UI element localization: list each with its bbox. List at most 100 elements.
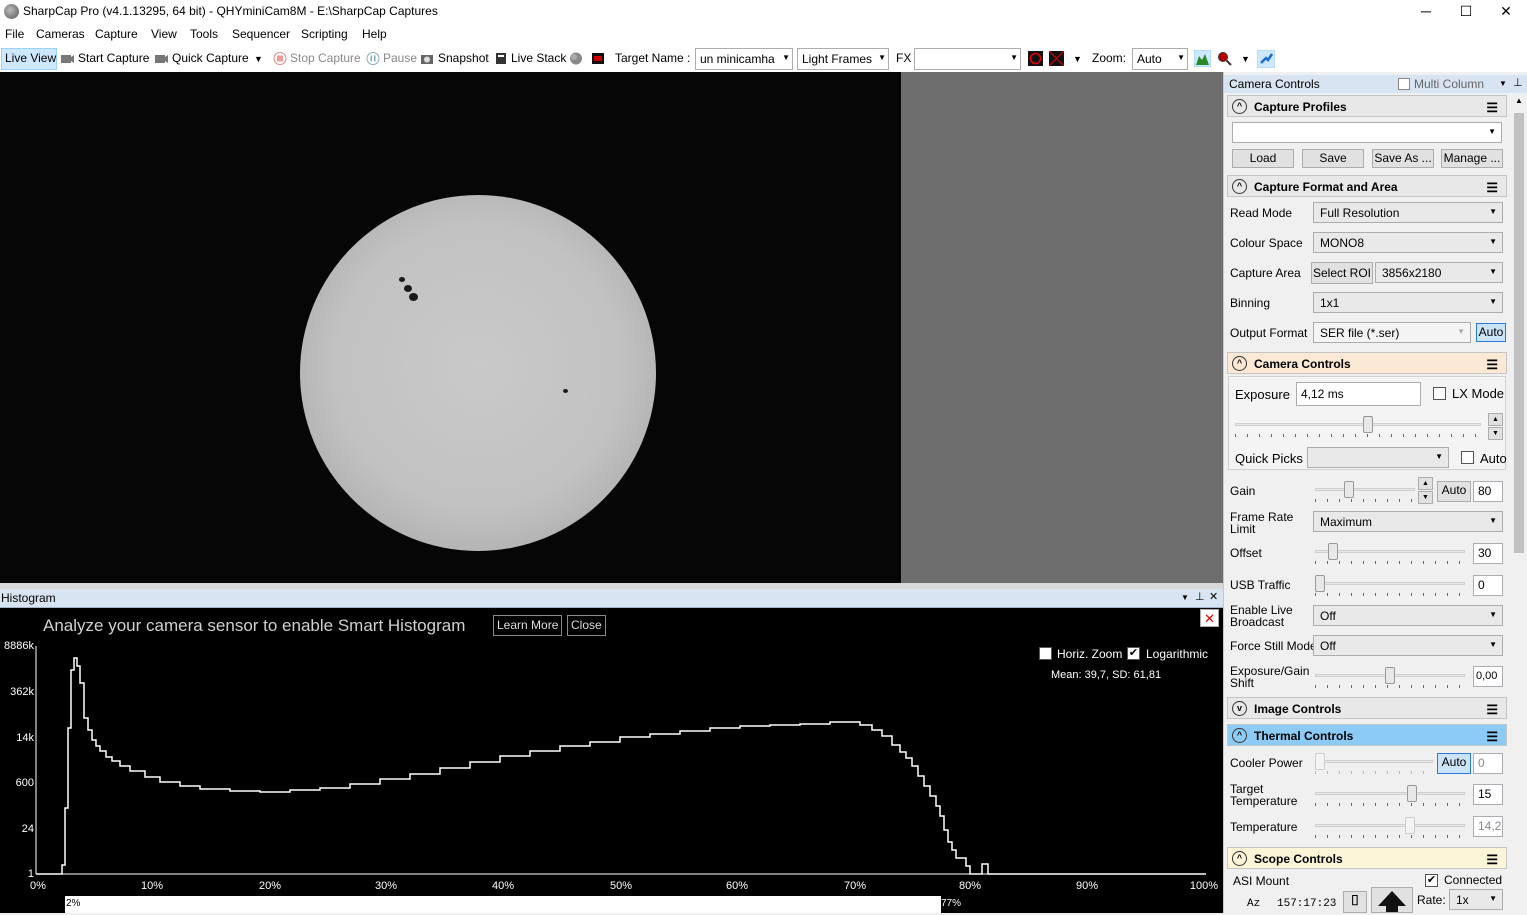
collapse-icon[interactable]: ^ <box>1232 356 1247 371</box>
target-temperature-slider[interactable] <box>1315 784 1465 806</box>
exposure-gain-shift-input[interactable]: 0,00 <box>1473 666 1503 687</box>
gain-up-button[interactable]: ▲ <box>1418 477 1433 490</box>
pause-button[interactable]: Pause <box>383 51 417 65</box>
exposure-gain-shift-slider[interactable] <box>1315 666 1465 688</box>
chevron-down-icon[interactable]: ▼ <box>1181 593 1189 602</box>
offset-input[interactable]: 30 <box>1473 543 1503 564</box>
image-controls-header[interactable]: v Image Controls ☰ <box>1227 697 1507 719</box>
slider-thumb[interactable] <box>1315 753 1325 770</box>
menu-cameras[interactable]: Cameras <box>36 27 85 41</box>
binning-select[interactable]: 1x1 ▼ <box>1313 292 1503 313</box>
gain-input[interactable]: 80 <box>1473 481 1503 502</box>
manage-profiles-button[interactable]: Manage ... <box>1441 149 1503 168</box>
usb-traffic-input[interactable]: 0 <box>1473 575 1503 596</box>
chevron-down-icon[interactable]: ▼ <box>254 54 263 64</box>
menu-view[interactable]: View <box>151 27 177 41</box>
exposure-input[interactable]: 4,12 ms <box>1296 382 1421 406</box>
target-name-combo[interactable]: un minicamha ▼ <box>695 48 793 70</box>
gain-down-button[interactable]: ▼ <box>1418 491 1433 504</box>
scope-controls-header[interactable]: ^ Scope Controls ☰ <box>1227 847 1507 869</box>
usb-traffic-slider[interactable] <box>1315 574 1465 596</box>
lx-mode-checkbox[interactable] <box>1433 387 1446 400</box>
menu-capture[interactable]: Capture <box>95 27 138 41</box>
multi-column-checkbox[interactable] <box>1398 78 1410 90</box>
cooler-power-input[interactable]: 0 <box>1473 753 1503 774</box>
chevron-down-icon[interactable]: ▼ <box>1241 54 1250 64</box>
capture-profile-select[interactable]: ▼ <box>1232 122 1502 143</box>
capture-format-header[interactable]: ^ Capture Format and Area ☰ <box>1227 175 1507 197</box>
collapse-icon[interactable]: ^ <box>1232 728 1247 743</box>
reticle-icon[interactable] <box>1028 51 1043 66</box>
chevron-down-icon[interactable]: ▼ <box>1073 54 1082 64</box>
expand-icon[interactable]: v <box>1232 701 1247 716</box>
menu-tools[interactable]: Tools <box>190 27 218 41</box>
quick-picks-select[interactable]: ▼ <box>1307 447 1449 468</box>
colour-space-select[interactable]: MONO8 ▼ <box>1313 232 1503 253</box>
menu-scripting[interactable]: Scripting <box>301 27 348 41</box>
chevron-up-icon[interactable]: ▲ <box>1515 96 1523 105</box>
close-button[interactable]: ✕ <box>1486 0 1526 23</box>
capture-area-select[interactable]: 3856x2180 ▼ <box>1375 262 1503 283</box>
scrollbar-thumb[interactable] <box>1514 113 1524 553</box>
magnifier-icon[interactable] <box>1217 51 1232 66</box>
menu-help[interactable]: Help <box>362 27 387 41</box>
live-image-viewer[interactable] <box>0 72 901 583</box>
gain-auto-button[interactable]: Auto <box>1437 481 1471 502</box>
stretch-levels-bar[interactable]: 2% 77% <box>37 896 1205 913</box>
slider-thumb[interactable] <box>1363 416 1373 433</box>
stop-capture-button[interactable]: Stop Capture <box>290 51 361 65</box>
cooler-power-slider[interactable] <box>1315 752 1433 774</box>
quick-capture-button[interactable]: Quick Capture <box>172 51 249 65</box>
exposure-slider[interactable] <box>1235 415 1481 437</box>
exposure-up-button[interactable]: ▲ <box>1488 413 1503 426</box>
live-stack-button[interactable]: Live Stack <box>511 51 566 65</box>
menu-icon[interactable]: ☰ <box>1486 702 1498 718</box>
slider-thumb[interactable] <box>1328 543 1338 560</box>
force-still-mode-select[interactable]: Off ▼ <box>1313 635 1503 656</box>
panel-scrollbar[interactable]: ▲ <box>1511 93 1527 913</box>
load-profile-button[interactable]: Load <box>1232 149 1294 168</box>
gain-slider[interactable] <box>1315 480 1415 502</box>
record-indicator-icon[interactable] <box>591 52 605 65</box>
menu-icon[interactable]: ☰ <box>1486 357 1498 373</box>
target-temperature-input[interactable]: 15 <box>1473 784 1503 805</box>
frame-rate-limit-select[interactable]: Maximum ▼ <box>1313 511 1503 532</box>
offset-slider[interactable] <box>1315 542 1465 564</box>
save-as-profile-button[interactable]: Save As ... <box>1372 149 1434 168</box>
slider-thumb[interactable] <box>1344 481 1354 498</box>
menu-sequencer[interactable]: Sequencer <box>232 27 290 41</box>
menu-icon[interactable]: ☰ <box>1486 100 1498 116</box>
pin-icon[interactable]: ⊥ <box>1195 590 1205 603</box>
menu-icon[interactable]: ☰ <box>1486 729 1498 745</box>
snapshot-button[interactable]: Snapshot <box>438 51 489 65</box>
exposure-auto-checkbox[interactable] <box>1461 451 1474 464</box>
connected-checkbox[interactable]: ✔ <box>1425 874 1438 887</box>
fx-combo[interactable]: ▼ <box>914 48 1021 70</box>
output-format-select[interactable]: SER file (*.ser) ▼ <box>1313 322 1471 343</box>
grid-icon[interactable] <box>1049 51 1064 66</box>
output-format-auto-button[interactable]: Auto <box>1476 323 1506 342</box>
camera-controls-header[interactable]: ^ Camera Controls ☰ <box>1227 352 1507 374</box>
histogram-icon[interactable] <box>1194 50 1211 67</box>
pin-icon[interactable]: ⊥ <box>1513 76 1523 89</box>
menu-icon[interactable]: ☰ <box>1486 180 1498 196</box>
exposure-down-button[interactable]: ▼ <box>1488 427 1503 440</box>
slider-thumb[interactable] <box>1407 785 1417 802</box>
moon-icon[interactable] <box>569 52 583 65</box>
zoom-combo[interactable]: Auto ▼ <box>1132 48 1188 70</box>
minimize-button[interactable]: ─ <box>1406 0 1446 23</box>
plugin-icon[interactable] <box>1257 50 1275 68</box>
collapse-icon[interactable]: ^ <box>1232 99 1247 114</box>
chevron-down-icon[interactable]: ▼ <box>1499 79 1507 88</box>
slider-thumb[interactable] <box>1385 667 1395 684</box>
capture-profiles-header[interactable]: ^ Capture Profiles ☰ <box>1227 95 1507 117</box>
goto-button[interactable]: ⌷ <box>1343 891 1367 913</box>
rate-select[interactable]: 1x ▼ <box>1449 889 1503 910</box>
select-roi-button[interactable]: Select ROI <box>1311 262 1373 284</box>
thermal-controls-header[interactable]: ^ Thermal Controls ☰ <box>1227 724 1507 746</box>
close-icon[interactable]: ✕ <box>1209 590 1218 603</box>
collapse-icon[interactable]: ^ <box>1232 179 1247 194</box>
frame-type-combo[interactable]: Light Frames ▼ <box>797 48 889 70</box>
menu-file[interactable]: File <box>5 27 24 41</box>
menu-icon[interactable]: ☰ <box>1486 852 1498 868</box>
